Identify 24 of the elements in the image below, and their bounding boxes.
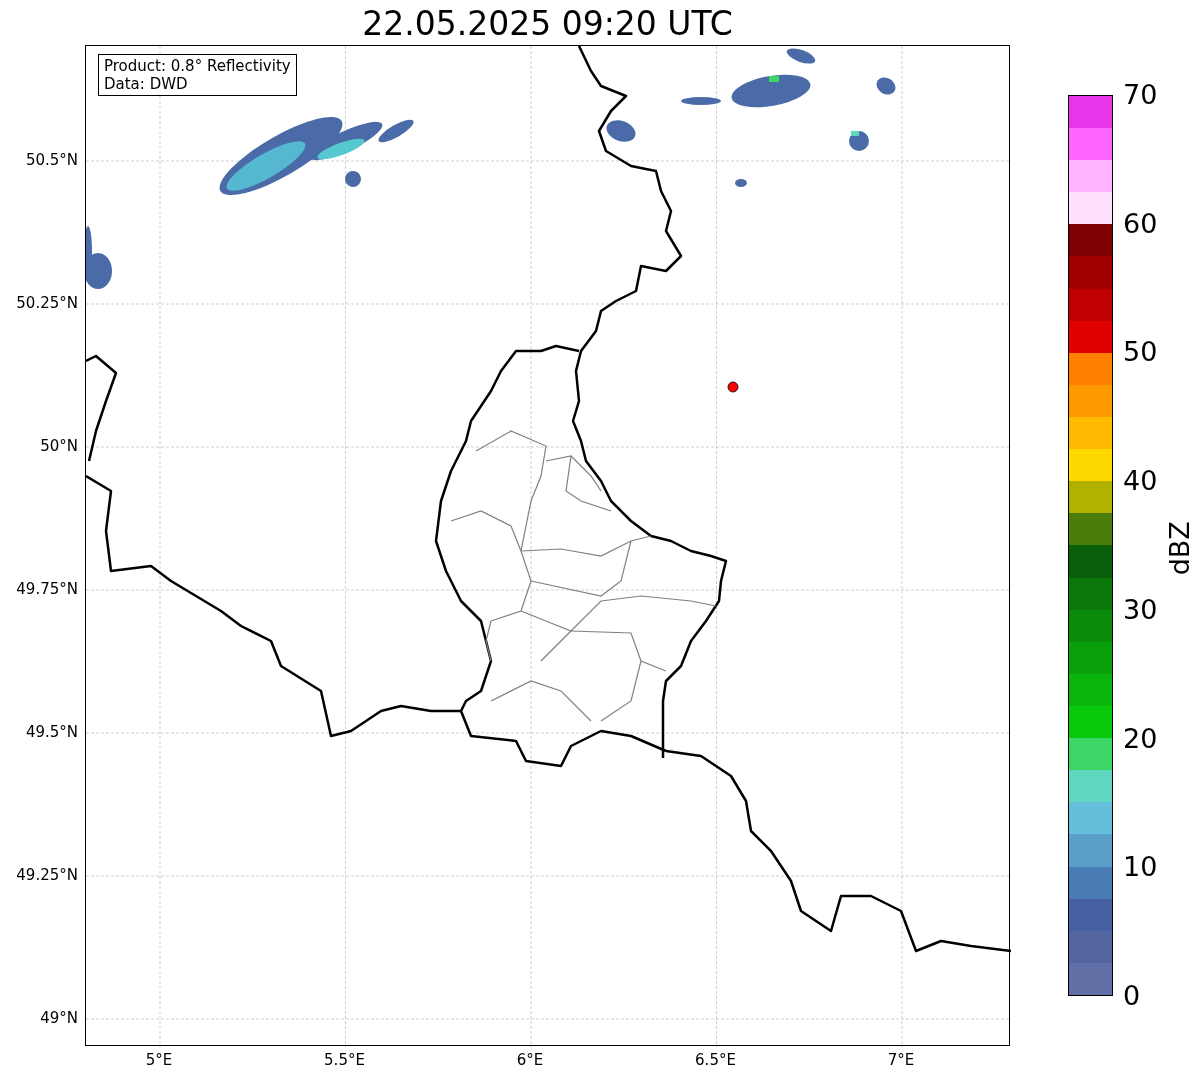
longitude-label: 6.5°E (695, 1051, 736, 1069)
data-source-label: Data: DWD (104, 75, 189, 93)
chart-title: 22.05.2025 09:20 UTC (361, 4, 734, 44)
product-label: Product: 0.8° Reflectivity (104, 57, 291, 75)
latitude-label: 49.75°N (16, 580, 78, 598)
colorbar-tick-label: 30 (1123, 594, 1158, 625)
longitude-label: 6°E (516, 1051, 544, 1069)
colorbar-tick-label: 20 (1123, 723, 1158, 754)
latitude-label: 49.25°N (16, 866, 78, 884)
colorbar-tick-label: 60 (1123, 208, 1158, 239)
latitude-label: 50°N (40, 437, 78, 455)
colorbar-tick-label: 10 (1123, 852, 1158, 883)
colorbar-tick-label: 40 (1123, 466, 1158, 497)
latitude-label: 50.25°N (16, 294, 78, 312)
colorbar-tick-label: 50 (1123, 337, 1158, 368)
longitude-label: 5.5°E (324, 1051, 365, 1069)
latitude-label: 50.5°N (25, 151, 78, 169)
latitude-label: 49.5°N (25, 723, 78, 741)
colorbar-tick-label: 70 (1123, 80, 1158, 110)
colorbar-tick-label: 0 (1123, 981, 1141, 1011)
longitude-label: 5°E (145, 1051, 173, 1069)
longitude-label: 7°E (887, 1051, 915, 1069)
latitude-label: 49°N (40, 1009, 78, 1027)
colorbar-label: dBZ (1162, 520, 1196, 576)
